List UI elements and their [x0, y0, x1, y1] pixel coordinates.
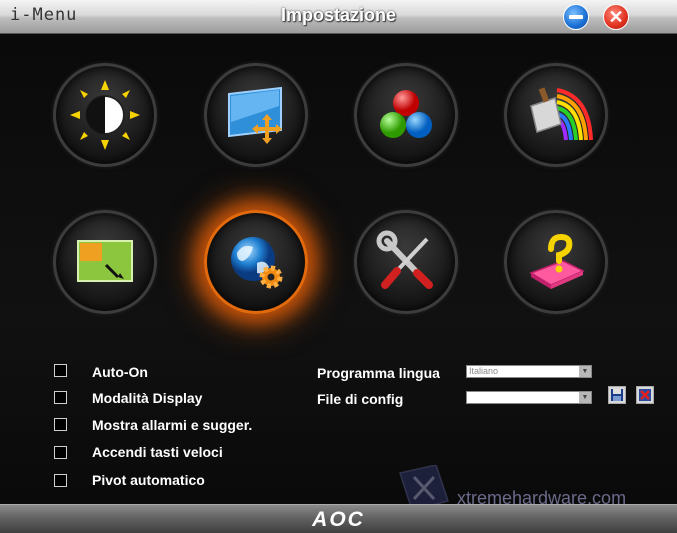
language-value: Italiano [469, 366, 499, 376]
hotkeys-label: Accendi tasti veloci [92, 444, 223, 460]
auto-on-checkbox[interactable] [54, 364, 67, 377]
chevron-down-icon: ▼ [579, 366, 591, 377]
minimize-icon [569, 15, 583, 19]
footer-bar: AOC [0, 504, 677, 533]
close-button[interactable]: ✕ [603, 4, 629, 30]
show-alarms-label: Mostra allarmi e sugger. [92, 417, 253, 433]
display-mode-label: Modalità Display [92, 390, 203, 406]
chevron-down-icon: ▼ [579, 392, 591, 403]
config-file-label: File di config [317, 391, 404, 407]
extra-settings-button[interactable] [204, 210, 308, 314]
osd-setup-button[interactable] [53, 210, 157, 314]
auto-on-label: Auto-On [92, 364, 148, 380]
delete-config-button[interactable] [636, 386, 654, 404]
color-setup-icon [380, 90, 432, 138]
display-mode-checkbox[interactable] [54, 391, 67, 404]
image-setup-icon [228, 86, 282, 144]
brand-logo: AOC [312, 508, 365, 531]
delete-icon [639, 389, 651, 401]
reset-icon [529, 233, 585, 289]
title-bar[interactable]: i-Menu Impostazione ✕ [0, 0, 677, 34]
imenu-window: i-Menu Impostazione ✕ Auto-On Modalità D… [0, 0, 677, 533]
minimize-button[interactable] [563, 4, 589, 30]
brightness-button[interactable] [53, 63, 157, 167]
reset-button[interactable] [504, 210, 608, 314]
save-icon [611, 389, 623, 401]
save-config-button[interactable] [608, 386, 626, 404]
tools-button[interactable] [354, 210, 458, 314]
config-file-select[interactable]: ▼ [466, 391, 592, 404]
show-alarms-checkbox[interactable] [54, 418, 67, 431]
picture-boost-button[interactable] [504, 63, 608, 167]
color-setup-button[interactable] [354, 63, 458, 167]
globe-gear-icon [231, 237, 283, 289]
language-select[interactable]: Italiano ▼ [466, 365, 592, 378]
close-icon: ✕ [608, 6, 624, 27]
settings-panel [0, 34, 677, 504]
tools-icon [376, 230, 433, 289]
hotkeys-checkbox[interactable] [54, 446, 67, 459]
brightness-icon [70, 80, 140, 150]
auto-pivot-label: Pivot automatico [92, 472, 205, 488]
auto-pivot-checkbox[interactable] [54, 474, 67, 487]
picture-boost-icon [530, 87, 593, 141]
osd-setup-icon [77, 240, 133, 282]
language-label: Programma lingua [317, 365, 440, 381]
image-setup-button[interactable] [204, 63, 308, 167]
